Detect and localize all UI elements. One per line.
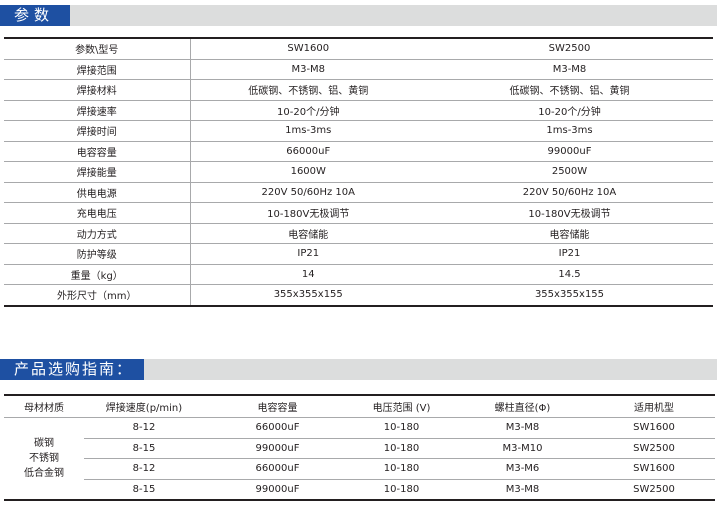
param-value-sw1600: 1ms-3ms (190, 120, 426, 142)
guide-capacity: 66000uF (204, 458, 351, 480)
param-value-sw1600: 1600W (190, 161, 426, 183)
params-row: 充电电压 10-180V无极调节 10-180V无极调节 (4, 202, 713, 224)
param-label: 供电电源 (4, 182, 191, 203)
guide-diameter: M3-M6 (452, 458, 593, 480)
params-row: 焊接时间 1ms-3ms 1ms-3ms (4, 120, 713, 142)
params-row: 焊接速率 10-20个/分钟 10-20个/分钟 (4, 100, 713, 121)
param-value-sw2500: 10-20个/分钟 (426, 100, 713, 121)
guide-col-speed: 焊接速度(p/min) (84, 394, 204, 418)
params-row: 重量（kg） 14 14.5 (4, 264, 713, 285)
guide-row: 8-12 66000uF 10-180 M3-M6 SW1600 (4, 458, 715, 480)
param-value-sw2500: M3-M8 (426, 59, 713, 80)
param-value-sw2500: IP21 (426, 243, 713, 265)
param-value-sw1600: 66000uF (190, 141, 426, 162)
params-row: 供电电源 220V 50/60Hz 10A 220V 50/60Hz 10A (4, 182, 713, 203)
model-sw1600-header: SW1600 (190, 37, 426, 60)
params-header-row: 参数\型号 SW1600 SW2500 (4, 37, 713, 60)
page: 参数 参数\型号 SW1600 SW2500 焊接范围 M3-M8 M3-M8 焊接材… (0, 0, 717, 514)
guide-speed: 8-15 (84, 479, 204, 501)
param-label: 焊接能量 (4, 161, 191, 183)
param-label: 重量（kg） (4, 264, 191, 285)
params-section-title: 参数 (0, 5, 70, 26)
param-value-sw1600: M3-M8 (190, 59, 426, 80)
param-value-sw2500: 低碳钢、不锈钢、铝、黄铜 (426, 79, 713, 101)
param-label: 防护等级 (4, 243, 191, 265)
guide-row: 8-15 99000uF 10-180 M3-M8 SW2500 (4, 479, 715, 501)
params-row: 电容容量 66000uF 99000uF (4, 141, 713, 162)
param-value-sw2500: 99000uF (426, 141, 713, 162)
model-sw2500-header: SW2500 (426, 37, 713, 60)
param-label: 焊接范围 (4, 59, 191, 80)
guide-capacity: 99000uF (204, 438, 351, 459)
guide-diameter: M3-M10 (452, 438, 593, 459)
guide-col-diameter: 螺柱直径(Φ) (452, 394, 593, 418)
param-value-sw2500: 14.5 (426, 264, 713, 285)
guide-capacity: 99000uF (204, 479, 351, 501)
guide-col-capacity: 电容容量 (204, 394, 351, 418)
params-section-header: 参数 (0, 5, 717, 26)
param-value-sw2500: 220V 50/60Hz 10A (426, 182, 713, 203)
param-value-sw1600: IP21 (190, 243, 426, 265)
guide-section-header: 产品选购指南： (0, 359, 717, 380)
param-label: 焊接速率 (4, 100, 191, 121)
guide-col-material: 母材材质 (4, 394, 84, 418)
guide-diameter: M3-M8 (452, 479, 593, 501)
param-value-sw2500: 电容储能 (426, 223, 713, 244)
param-value-sw1600: 14 (190, 264, 426, 285)
param-label: 电容容量 (4, 141, 191, 162)
param-value-sw1600: 355x355x155 (190, 284, 426, 307)
guide-section-title: 产品选购指南： (0, 359, 144, 380)
params-table: 参数\型号 SW1600 SW2500 焊接范围 M3-M8 M3-M8 焊接材料 低碳… (4, 37, 713, 307)
params-row: 焊接范围 M3-M8 M3-M8 (4, 59, 713, 80)
param-label: 焊接时间 (4, 120, 191, 142)
material-item: 不锈钢 (29, 453, 59, 464)
guide-table: 母材材质 焊接速度(p/min) 电容容量 电压范围 (V) 螺柱直径(Φ) 适… (4, 394, 715, 501)
guide-model: SW2500 (593, 438, 715, 459)
material-item: 碳钢 (34, 438, 54, 449)
guide-speed: 8-12 (84, 458, 204, 480)
param-value-sw1600: 10-180V无极调节 (190, 202, 426, 224)
guide-capacity: 66000uF (204, 417, 351, 439)
guide-speed: 8-12 (84, 417, 204, 439)
param-label: 充电电压 (4, 202, 191, 224)
guide-voltage: 10-180 (351, 438, 452, 459)
guide-voltage: 10-180 (351, 479, 452, 501)
guide-col-voltage: 电压范围 (V) (351, 394, 452, 418)
guide-model: SW1600 (593, 417, 715, 439)
param-value-sw1600: 电容储能 (190, 223, 426, 244)
param-label: 焊接材料 (4, 79, 191, 101)
params-row: 焊接材料 低碳钢、不锈钢、铝、黄铜 低碳钢、不锈钢、铝、黄铜 (4, 79, 713, 101)
params-row: 动力方式 电容储能 电容储能 (4, 223, 713, 244)
param-value-sw1600: 10-20个/分钟 (190, 100, 426, 121)
params-row: 焊接能量 1600W 2500W (4, 161, 713, 183)
material-cell: 碳钢 不锈钢 低合金钢 (4, 417, 84, 501)
param-label: 动力方式 (4, 223, 191, 244)
guide-row: 碳钢 不锈钢 低合金钢 8-12 66000uF 10-180 M3-M8 SW1600 (4, 417, 715, 501)
guide-header-row: 母材材质 焊接速度(p/min) 电容容量 电压范围 (V) 螺柱直径(Φ) 适… (4, 394, 715, 418)
param-value-sw2500: 10-180V无极调节 (426, 202, 713, 224)
param-value-sw1600: 220V 50/60Hz 10A (190, 182, 426, 203)
guide-voltage: 10-180 (351, 417, 452, 439)
params-row: 防护等级 IP21 IP21 (4, 243, 713, 265)
material-item: 低合金钢 (24, 468, 64, 479)
guide-speed: 8-15 (84, 438, 204, 459)
params-header-label: 参数\型号 (4, 37, 191, 60)
param-label: 外形尺寸（mm） (4, 284, 191, 307)
param-value-sw1600: 低碳钢、不锈钢、铝、黄铜 (190, 79, 426, 101)
param-value-sw2500: 2500W (426, 161, 713, 183)
guide-diameter: M3-M8 (452, 417, 593, 439)
guide-row: 8-15 99000uF 10-180 M3-M10 SW2500 (4, 438, 715, 459)
guide-model: SW2500 (593, 479, 715, 501)
param-value-sw2500: 355x355x155 (426, 284, 713, 307)
guide-model: SW1600 (593, 458, 715, 480)
guide-col-model: 适用机型 (593, 394, 715, 418)
guide-voltage: 10-180 (351, 458, 452, 480)
param-value-sw2500: 1ms-3ms (426, 120, 713, 142)
params-row: 外形尺寸（mm） 355x355x155 355x355x155 (4, 284, 713, 307)
